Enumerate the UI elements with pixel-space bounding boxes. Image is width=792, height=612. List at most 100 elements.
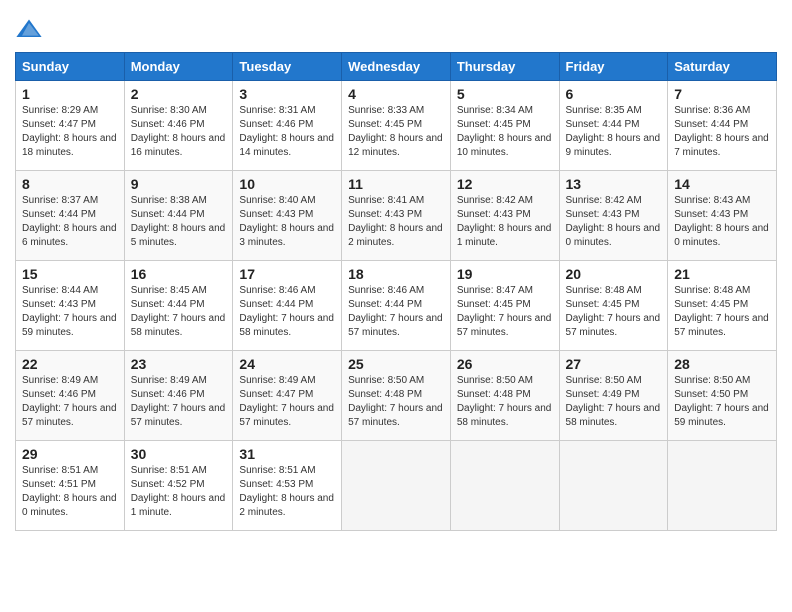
calendar-cell: 27 Sunrise: 8:50 AMSunset: 4:49 PMDayligh…: [559, 351, 668, 441]
day-number: 17: [239, 266, 335, 282]
day-number: 1: [22, 86, 118, 102]
day-info: Sunrise: 8:29 AMSunset: 4:47 PMDaylight:…: [22, 104, 118, 160]
header-monday: Monday: [124, 53, 233, 81]
day-number: 25: [348, 356, 444, 372]
calendar-cell: 9Sunrise: 8:38 AMSunset: 4:44 PMDaylight…: [124, 171, 233, 261]
day-number: 22: [22, 356, 118, 372]
day-number: 24: [239, 356, 335, 372]
calendar-cell: 25 Sunrise: 8:50 AMSunset: 4:48 PMDayligh…: [342, 351, 451, 441]
header-saturday: Saturday: [668, 53, 777, 81]
day-number: 2: [131, 86, 227, 102]
day-info: Sunrise: 8:31 AMSunset: 4:46 PMDaylight:…: [239, 104, 335, 160]
calendar-cell: 29 Sunrise: 8:51 AMSunset: 4:51 PMDayligh…: [16, 441, 125, 531]
day-info: Sunrise: 8:30 AMSunset: 4:46 PMDaylight:…: [131, 104, 227, 160]
calendar-table: SundayMondayTuesdayWednesdayThursdayFrid…: [15, 52, 777, 531]
day-info: Sunrise: 8:43 AMSunset: 4:43 PMDaylight:…: [674, 194, 770, 250]
day-number: 27: [566, 356, 662, 372]
day-number: 28: [674, 356, 770, 372]
day-number: 15: [22, 266, 118, 282]
day-info: Sunrise: 8:42 AMSunset: 4:43 PMDaylight:…: [566, 194, 662, 250]
day-info: Sunrise: 8:48 AMSunset: 4:45 PMDaylight:…: [674, 284, 770, 340]
day-info: Sunrise: 8:51 AMSunset: 4:52 PMDaylight:…: [131, 464, 227, 520]
week-row-3: 15 Sunrise: 8:44 AMSunset: 4:43 PMDayligh…: [16, 261, 777, 351]
calendar-cell: 24 Sunrise: 8:49 AMSunset: 4:47 PMDayligh…: [233, 351, 342, 441]
calendar-cell: 31 Sunrise: 8:51 AMSunset: 4:53 PMDayligh…: [233, 441, 342, 531]
day-number: 16: [131, 266, 227, 282]
logo: [15, 16, 47, 44]
day-info: Sunrise: 8:49 AMSunset: 4:46 PMDaylight:…: [22, 374, 118, 430]
day-number: 6: [566, 86, 662, 102]
calendar-cell: 10Sunrise: 8:40 AMSunset: 4:43 PMDayligh…: [233, 171, 342, 261]
day-info: Sunrise: 8:48 AMSunset: 4:45 PMDaylight:…: [566, 284, 662, 340]
calendar-cell: 19 Sunrise: 8:47 AMSunset: 4:45 PMDayligh…: [450, 261, 559, 351]
day-info: Sunrise: 8:33 AMSunset: 4:45 PMDaylight:…: [348, 104, 444, 160]
day-info: Sunrise: 8:50 AMSunset: 4:48 PMDaylight:…: [348, 374, 444, 430]
day-number: 14: [674, 176, 770, 192]
calendar-cell: [668, 441, 777, 531]
day-info: Sunrise: 8:46 AMSunset: 4:44 PMDaylight:…: [348, 284, 444, 340]
calendar-cell: 22 Sunrise: 8:49 AMSunset: 4:46 PMDayligh…: [16, 351, 125, 441]
day-info: Sunrise: 8:44 AMSunset: 4:43 PMDaylight:…: [22, 284, 118, 340]
header-friday: Friday: [559, 53, 668, 81]
calendar-cell: [559, 441, 668, 531]
day-info: Sunrise: 8:51 AMSunset: 4:51 PMDaylight:…: [22, 464, 118, 520]
day-number: 18: [348, 266, 444, 282]
calendar-cell: 15 Sunrise: 8:44 AMSunset: 4:43 PMDayligh…: [16, 261, 125, 351]
day-number: 26: [457, 356, 553, 372]
calendar-cell: 1 Sunrise: 8:29 AMSunset: 4:47 PMDaylight…: [16, 81, 125, 171]
day-number: 30: [131, 446, 227, 462]
calendar-cell: 12Sunrise: 8:42 AMSunset: 4:43 PMDayligh…: [450, 171, 559, 261]
day-number: 7: [674, 86, 770, 102]
calendar-cell: 23 Sunrise: 8:49 AMSunset: 4:46 PMDayligh…: [124, 351, 233, 441]
calendar-cell: 14 Sunrise: 8:43 AMSunset: 4:43 PMDayligh…: [668, 171, 777, 261]
calendar-cell: 20 Sunrise: 8:48 AMSunset: 4:45 PMDayligh…: [559, 261, 668, 351]
calendar-cell: [450, 441, 559, 531]
calendar-cell: 26 Sunrise: 8:50 AMSunset: 4:48 PMDayligh…: [450, 351, 559, 441]
day-number: 11: [348, 176, 444, 192]
day-info: Sunrise: 8:34 AMSunset: 4:45 PMDaylight:…: [457, 104, 553, 160]
day-number: 8: [22, 176, 118, 192]
day-number: 5: [457, 86, 553, 102]
day-info: Sunrise: 8:46 AMSunset: 4:44 PMDaylight:…: [239, 284, 335, 340]
day-number: 29: [22, 446, 118, 462]
calendar-cell: 6 Sunrise: 8:35 AMSunset: 4:44 PMDaylight…: [559, 81, 668, 171]
calendar-cell: 30 Sunrise: 8:51 AMSunset: 4:52 PMDayligh…: [124, 441, 233, 531]
calendar-cell: 18 Sunrise: 8:46 AMSunset: 4:44 PMDayligh…: [342, 261, 451, 351]
day-info: Sunrise: 8:50 AMSunset: 4:50 PMDaylight:…: [674, 374, 770, 430]
calendar-cell: 13Sunrise: 8:42 AMSunset: 4:43 PMDayligh…: [559, 171, 668, 261]
day-info: Sunrise: 8:35 AMSunset: 4:44 PMDaylight:…: [566, 104, 662, 160]
day-info: Sunrise: 8:49 AMSunset: 4:47 PMDaylight:…: [239, 374, 335, 430]
day-info: Sunrise: 8:49 AMSunset: 4:46 PMDaylight:…: [131, 374, 227, 430]
day-number: 31: [239, 446, 335, 462]
logo-icon: [15, 16, 43, 44]
day-number: 20: [566, 266, 662, 282]
calendar-cell: 28 Sunrise: 8:50 AMSunset: 4:50 PMDayligh…: [668, 351, 777, 441]
header-tuesday: Tuesday: [233, 53, 342, 81]
day-number: 12: [457, 176, 553, 192]
header-thursday: Thursday: [450, 53, 559, 81]
calendar-cell: 7 Sunrise: 8:36 AMSunset: 4:44 PMDaylight…: [668, 81, 777, 171]
day-info: Sunrise: 8:37 AMSunset: 4:44 PMDaylight:…: [22, 194, 118, 250]
week-row-2: 8 Sunrise: 8:37 AMSunset: 4:44 PMDaylight…: [16, 171, 777, 261]
header-wednesday: Wednesday: [342, 53, 451, 81]
day-number: 21: [674, 266, 770, 282]
header: [15, 10, 777, 44]
calendar-cell: 17 Sunrise: 8:46 AMSunset: 4:44 PMDayligh…: [233, 261, 342, 351]
day-number: 10: [239, 176, 335, 192]
day-number: 23: [131, 356, 227, 372]
day-number: 3: [239, 86, 335, 102]
day-info: Sunrise: 8:36 AMSunset: 4:44 PMDaylight:…: [674, 104, 770, 160]
calendar-cell: 5 Sunrise: 8:34 AMSunset: 4:45 PMDaylight…: [450, 81, 559, 171]
calendar-cell: 2 Sunrise: 8:30 AMSunset: 4:46 PMDaylight…: [124, 81, 233, 171]
day-info: Sunrise: 8:47 AMSunset: 4:45 PMDaylight:…: [457, 284, 553, 340]
day-number: 19: [457, 266, 553, 282]
day-info: Sunrise: 8:38 AMSunset: 4:44 PMDaylight:…: [131, 194, 227, 250]
day-info: Sunrise: 8:41 AMSunset: 4:43 PMDaylight:…: [348, 194, 444, 250]
day-info: Sunrise: 8:51 AMSunset: 4:53 PMDaylight:…: [239, 464, 335, 520]
day-info: Sunrise: 8:45 AMSunset: 4:44 PMDaylight:…: [131, 284, 227, 340]
day-info: Sunrise: 8:50 AMSunset: 4:49 PMDaylight:…: [566, 374, 662, 430]
day-info: Sunrise: 8:50 AMSunset: 4:48 PMDaylight:…: [457, 374, 553, 430]
day-number: 4: [348, 86, 444, 102]
calendar-cell: 21 Sunrise: 8:48 AMSunset: 4:45 PMDayligh…: [668, 261, 777, 351]
calendar-cell: 8 Sunrise: 8:37 AMSunset: 4:44 PMDaylight…: [16, 171, 125, 261]
